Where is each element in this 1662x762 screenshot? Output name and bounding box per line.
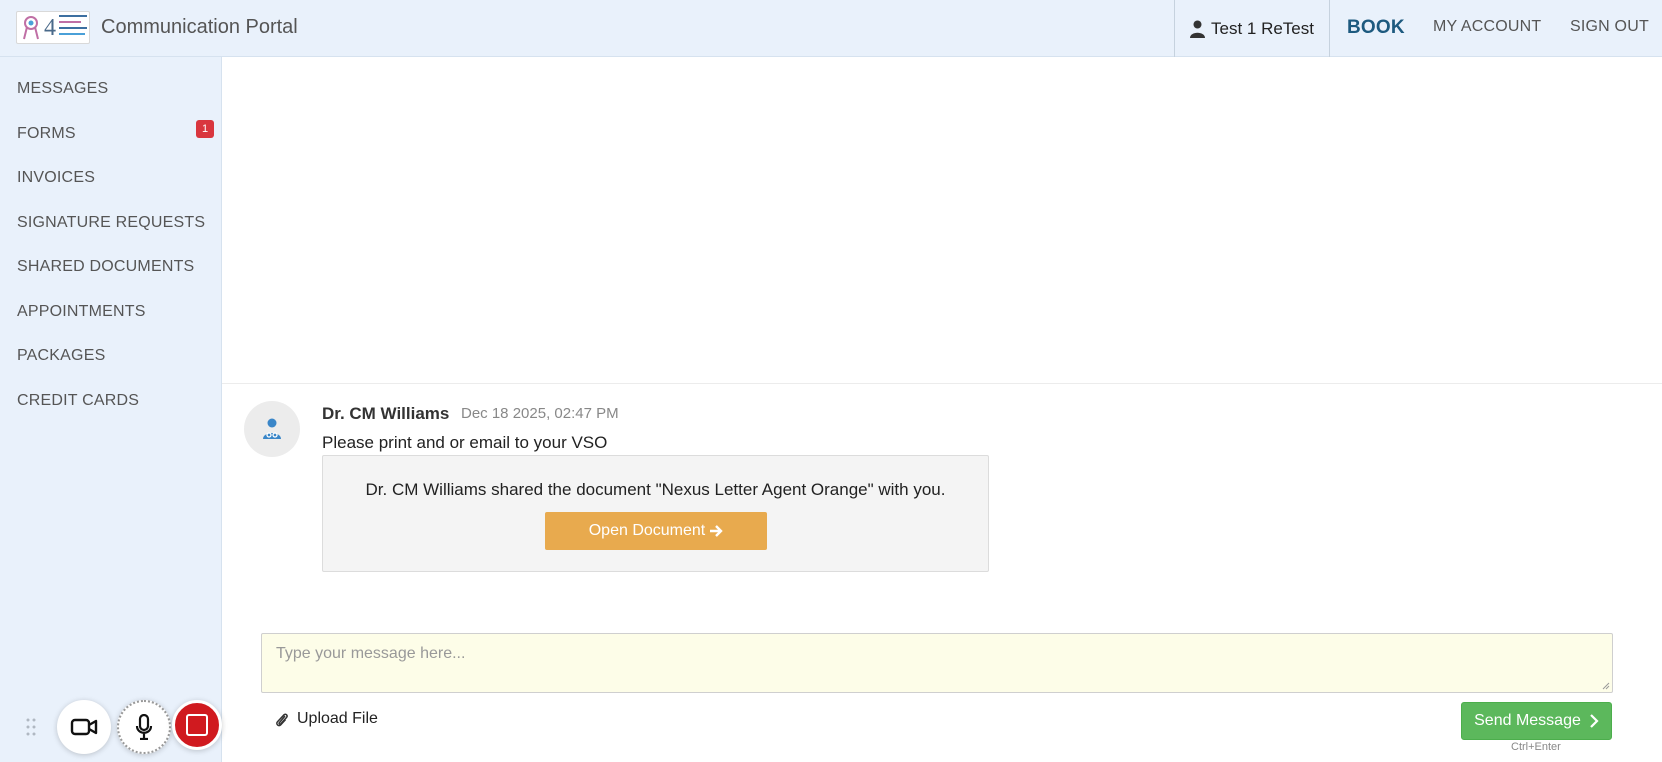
sidebar-item-packages[interactable]: PACKAGES bbox=[17, 347, 105, 365]
top-header: 4 Communication Portal Test 1 ReTest BOO… bbox=[0, 0, 1662, 57]
thread-divider bbox=[222, 383, 1662, 384]
user-menu[interactable]: Test 1 ReTest bbox=[1174, 0, 1330, 57]
send-message-button[interactable]: Send Message bbox=[1461, 702, 1612, 740]
microphone-icon bbox=[135, 714, 153, 740]
sidebar-item-forms[interactable]: FORMS bbox=[17, 125, 76, 143]
video-toggle-button[interactable] bbox=[57, 700, 111, 754]
message-input-placeholder: Type your message here... bbox=[276, 645, 466, 662]
message-text: Please print and or email to your VSO bbox=[322, 433, 608, 452]
app-title: Communication Portal bbox=[101, 16, 298, 38]
chevron-right-icon bbox=[1590, 714, 1599, 728]
sidebar-item-credit-cards[interactable]: CREDIT CARDS bbox=[17, 392, 139, 410]
message-timestamp: Dec 18 2025, 02:47 PM bbox=[461, 405, 619, 422]
upload-file-button[interactable]: Upload File bbox=[274, 710, 378, 728]
user-name: Test 1 ReTest bbox=[1211, 18, 1314, 38]
sidebar-item-messages[interactable]: MESSAGES bbox=[17, 80, 108, 98]
nav-my-account-link[interactable]: MY ACCOUNT bbox=[1433, 18, 1541, 36]
logo-wordmark bbox=[59, 15, 89, 39]
send-message-label: Send Message bbox=[1474, 712, 1581, 729]
brand-logo[interactable]: 4 bbox=[16, 11, 90, 44]
sidebar-item-invoices[interactable]: INVOICES bbox=[17, 169, 95, 187]
message-input[interactable]: Type your message here... bbox=[261, 633, 1613, 693]
stop-recording-button[interactable] bbox=[172, 700, 222, 750]
sidebar-item-shared-documents[interactable]: SHARED DOCUMENTS bbox=[17, 258, 194, 276]
video-camera-icon bbox=[70, 718, 98, 736]
microphone-toggle-button[interactable] bbox=[117, 700, 171, 754]
nav-sign-out-link[interactable]: SIGN OUT bbox=[1570, 18, 1649, 36]
sidebar-item-appointments[interactable]: APPOINTMENTS bbox=[17, 303, 146, 321]
shared-document-text: Dr. CM Williams shared the document "Nex… bbox=[365, 480, 946, 499]
send-shortcut-hint: Ctrl+Enter bbox=[1511, 741, 1561, 753]
shared-document-card: Dr. CM Williams shared the document "Nex… bbox=[322, 455, 989, 572]
ribbon-icon bbox=[23, 16, 39, 40]
doctor-icon bbox=[263, 418, 281, 439]
upload-file-label: Upload File bbox=[297, 710, 378, 727]
sidebar: MESSAGES FORMS 1 INVOICES SIGNATURE REQU… bbox=[0, 57, 222, 762]
nav-book-link[interactable]: BOOK bbox=[1347, 17, 1405, 39]
arrow-right-icon bbox=[710, 525, 723, 537]
open-document-button[interactable]: Open Document bbox=[545, 512, 767, 550]
sidebar-item-signature-requests[interactable]: SIGNATURE REQUESTS bbox=[17, 214, 205, 232]
message-sender: Dr. CM Williams bbox=[322, 404, 450, 423]
resize-grip-icon[interactable] bbox=[1602, 682, 1610, 690]
sender-avatar bbox=[244, 401, 300, 457]
user-icon bbox=[1190, 20, 1205, 38]
logo-number: 4 bbox=[44, 15, 56, 41]
paperclip-icon bbox=[276, 712, 288, 726]
forms-count-badge: 1 bbox=[196, 120, 214, 138]
drag-handle-icon[interactable] bbox=[25, 717, 37, 737]
open-document-label: Open Document bbox=[588, 522, 706, 539]
stop-icon bbox=[186, 714, 208, 736]
